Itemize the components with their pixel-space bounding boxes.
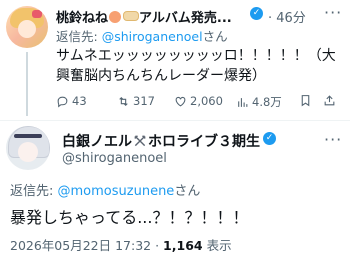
share-icon — [324, 95, 335, 106]
bookmark-button[interactable] — [299, 94, 312, 107]
like-count: 2,060 — [190, 94, 223, 108]
tweet-body: サムネエッッッッッッッッロ！！！！！（大興奮脳内ちんちんレーダー爆発） — [56, 48, 336, 84]
author-handle[interactable]: @shiroganenoel — [62, 151, 167, 166]
tweet-body: 暴発しちゃってる...？！？！！！ — [10, 208, 249, 227]
more-icon[interactable]: ··· — [324, 130, 342, 149]
thread-line — [26, 52, 28, 116]
avatar-face — [18, 142, 38, 162]
views-label: 表示 — [202, 238, 232, 253]
tweet-time[interactable]: · 46分 — [268, 7, 306, 26]
avatar-face — [18, 20, 36, 38]
share-button[interactable] — [323, 94, 336, 107]
reply-count: 43 — [72, 94, 87, 108]
reply-icon — [57, 96, 68, 107]
reply-to-line: 返信先: @shiroganenoelさん — [56, 26, 228, 45]
reply-prefix: 返信先: — [56, 29, 102, 44]
views-count: 1,164 — [163, 238, 203, 253]
reply-suffix: さん — [202, 29, 228, 44]
avatar-bow — [32, 10, 42, 18]
bandage-emoji-icon — [123, 11, 140, 21]
more-icon[interactable]: ··· — [324, 3, 342, 22]
tweet-meta: 2026年05月22日 17:32 · 1,164 表示 — [10, 235, 232, 254]
like-button[interactable]: 2,060 — [174, 94, 223, 108]
author-name-suffix: アルバム発売... — [139, 11, 232, 26]
retweet-icon — [119, 96, 128, 106]
author-name-text: 白銀ノエル — [62, 134, 132, 150]
avatar-headband — [14, 134, 42, 138]
peach-emoji-icon — [109, 11, 122, 23]
separator — [0, 120, 350, 121]
reply-handle-link[interactable]: @momosuzunene — [58, 184, 175, 199]
verified-icon: ✓ — [263, 132, 276, 145]
like-icon — [175, 96, 186, 106]
reply-suffix: さん — [174, 184, 201, 199]
author-name-suffix: ホロライブ３期生 — [148, 134, 260, 150]
views-button[interactable]: 4.8万 — [236, 94, 282, 110]
avatar-noel[interactable] — [6, 126, 50, 170]
meta-dot: · — [151, 238, 164, 253]
reply-to-line: 返信先: @momosuzuneneさん — [10, 180, 200, 199]
author-name[interactable]: 桃鈴ねね アルバム発売... — [56, 7, 232, 26]
reply-prefix: 返信先: — [10, 184, 58, 199]
views-icon — [238, 97, 248, 107]
reply-handle-link[interactable]: @shiroganenoel — [102, 29, 203, 44]
tweet-actions: 43 317 2,060 4.8万 — [56, 94, 346, 112]
views-count: 4.8万 — [252, 95, 282, 109]
retweet-button[interactable]: 317 — [117, 94, 155, 108]
tweet-timestamp[interactable]: 2026年05月22日 17:32 — [10, 238, 151, 253]
crossed-swords-icon — [134, 135, 146, 147]
author-name-text: 桃鈴ねね — [56, 11, 109, 26]
avatar-nene[interactable] — [6, 6, 48, 48]
author-name[interactable]: 白銀ノエル ホロライブ３期生 — [62, 131, 260, 151]
bookmark-icon — [301, 95, 310, 107]
verified-icon: ✓ — [250, 7, 263, 20]
retweet-count: 317 — [133, 94, 155, 108]
reply-button[interactable]: 43 — [56, 94, 87, 108]
